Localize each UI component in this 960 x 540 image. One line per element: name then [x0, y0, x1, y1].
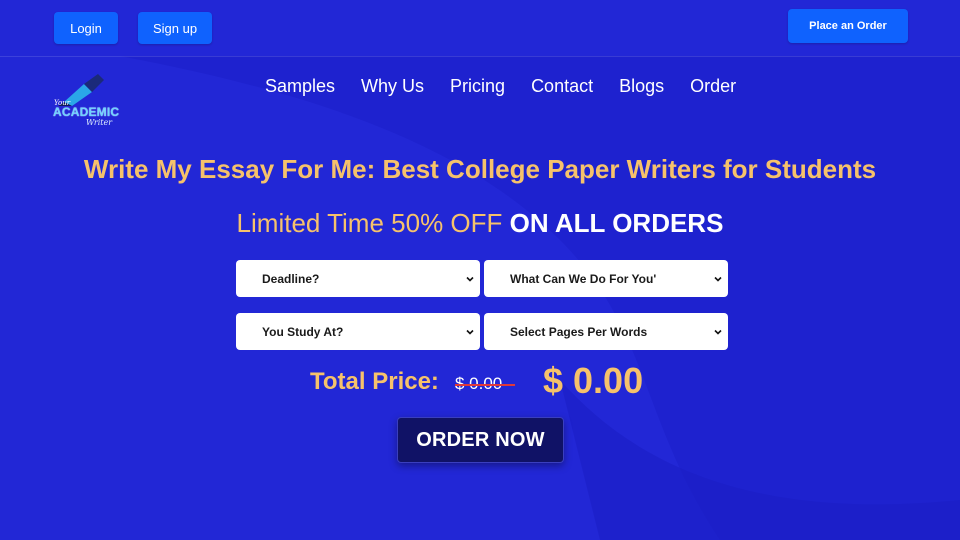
chevron-down-icon: [714, 329, 722, 335]
nav-blogs[interactable]: Blogs: [619, 76, 664, 100]
pages-select-value: Select Pages Per Words: [510, 324, 648, 339]
chevron-down-icon: [466, 329, 474, 335]
nav-samples[interactable]: Samples: [265, 76, 335, 100]
discounted-price: $ 0.00: [543, 360, 644, 401]
total-price-label: Total Price:: [310, 368, 439, 395]
strikethrough-line: [455, 384, 515, 386]
total-price: Total Price: $ 0.00 $ 0.00: [0, 360, 960, 404]
logo[interactable]: Your ACADEMIC Writer: [52, 72, 120, 128]
deadline-select-value: Deadline?: [262, 271, 320, 286]
promo-banner: Limited Time 50% OFF ON ALL ORDERS: [0, 208, 960, 239]
study-level-select-value: You Study At?: [262, 324, 344, 339]
main-nav: Samples Why Us Pricing Contact Blogs Ord…: [265, 76, 736, 100]
order-now-button[interactable]: ORDER NOW: [397, 417, 564, 463]
promo-all-orders: ON ALL ORDERS: [509, 208, 724, 238]
login-button[interactable]: Login: [54, 12, 118, 44]
chevron-down-icon: [714, 276, 722, 282]
logo-line-3: Writer: [86, 118, 113, 127]
logo-line-2: ACADEMIC: [53, 105, 120, 119]
place-order-button[interactable]: Place an Order: [788, 9, 908, 43]
deadline-select[interactable]: Deadline?: [236, 260, 480, 297]
promo-discount: Limited Time 50% OFF: [236, 208, 503, 238]
service-select-value: What Can We Do For You': [510, 271, 657, 286]
chevron-down-icon: [466, 276, 474, 282]
top-bar: Login Sign up Place an Order: [0, 0, 960, 57]
pages-select[interactable]: Select Pages Per Words: [484, 313, 728, 350]
service-select[interactable]: What Can We Do For You': [484, 260, 728, 297]
study-level-select[interactable]: You Study At?: [236, 313, 480, 350]
nav-pricing[interactable]: Pricing: [450, 76, 505, 100]
nav-order[interactable]: Order: [690, 76, 736, 100]
nav-why-us[interactable]: Why Us: [361, 76, 424, 100]
signup-button[interactable]: Sign up: [138, 12, 212, 44]
page-title: Write My Essay For Me: Best College Pape…: [83, 154, 877, 184]
nav-contact[interactable]: Contact: [531, 76, 593, 100]
